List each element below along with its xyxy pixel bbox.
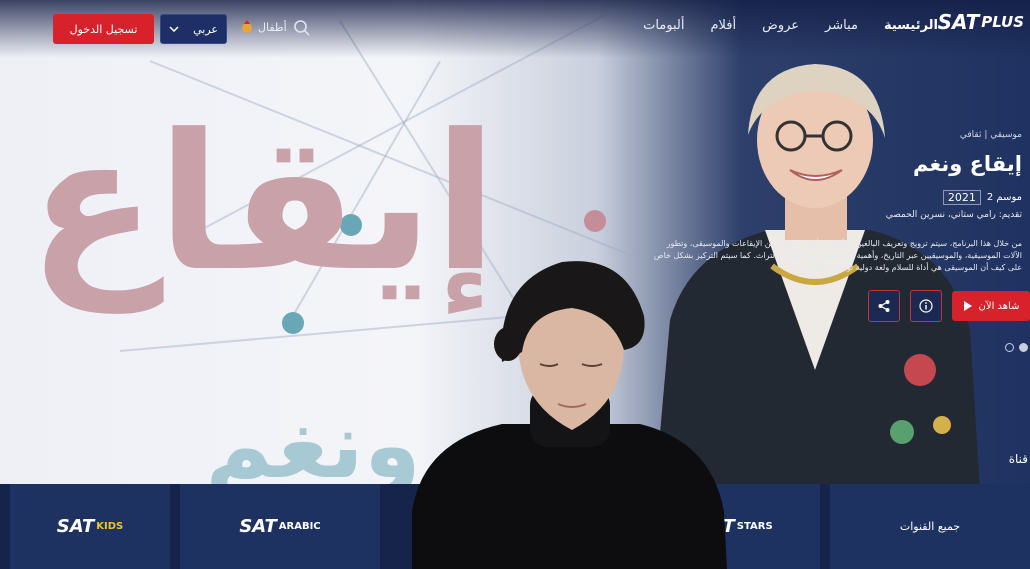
channels-section-label: قناة (1008, 452, 1028, 466)
nav-movies[interactable]: أفلام (710, 18, 736, 33)
search-icon[interactable] (293, 19, 311, 37)
info-button[interactable] (910, 290, 942, 322)
chevron-down-icon (169, 26, 179, 32)
channel-name: STARS (736, 521, 773, 532)
network-dot (584, 210, 606, 232)
kids-label: أطفال (258, 20, 287, 34)
show-season: موسم 2 (986, 192, 1022, 203)
main-nav: الرئيسية مباشر عروض أفلام ألبومات (643, 18, 938, 33)
show-title: إيقاع ونغم (913, 152, 1022, 176)
kids-link[interactable]: أطفال (240, 20, 287, 34)
channel-logo: SAT (56, 516, 95, 537)
nav-live[interactable]: مباشر (825, 18, 858, 33)
brand-logo[interactable]: SAT PLUS (938, 10, 1024, 34)
login-button[interactable]: تسجيل الدخول (53, 14, 154, 44)
nav-shows[interactable]: عروض (762, 18, 799, 33)
carousel-dot-active[interactable] (1019, 343, 1028, 352)
channel-logo: SAT (239, 516, 277, 537)
carousel-dot[interactable] (1005, 343, 1014, 352)
top-navbar: SAT PLUS الرئيسية مباشر عروض أفلام ألبوم… (0, 0, 1030, 58)
watch-now-button[interactable]: شاهد الآن (952, 291, 1030, 321)
show-cast: تقديم: رامي ستاني، نسرين الحمصي (885, 210, 1022, 220)
share-icon (878, 300, 890, 312)
language-value: عربي (193, 22, 218, 36)
language-select[interactable]: عربي (160, 14, 227, 44)
all-channels-label: جميع القنوات (899, 520, 961, 533)
year-badge: 2021 (942, 190, 981, 205)
logo-plus: PLUS (981, 13, 1024, 31)
hero-actions: شاهد الآن (868, 290, 1030, 322)
woman-photo (412, 261, 727, 569)
carousel-dots (1005, 343, 1028, 352)
kids-icon (242, 20, 252, 33)
channel-name: KIDS (96, 521, 124, 532)
nav-home[interactable]: الرئيسية (884, 18, 938, 33)
channel-name: ARABIC (278, 521, 321, 532)
show-genres: موسيقي | ثقافي (959, 130, 1022, 140)
watch-now-label: شاهد الآن (978, 300, 1020, 312)
play-icon (963, 301, 972, 311)
logo-wordmark: SAT (937, 10, 980, 34)
nav-albums[interactable]: ألبومات (643, 18, 684, 33)
channel-tile-kids[interactable]: SAT KIDS (10, 484, 170, 569)
info-icon (919, 299, 933, 313)
artwork-subtitle: ونغم (205, 392, 421, 491)
channel-tile-arabic[interactable]: SAT ARABIC (180, 484, 380, 569)
all-channels-tile[interactable]: جميع القنوات (830, 484, 1030, 569)
network-dot (282, 312, 304, 334)
share-button[interactable] (868, 290, 900, 322)
show-season-row: موسم 2 2021 (942, 190, 1022, 205)
